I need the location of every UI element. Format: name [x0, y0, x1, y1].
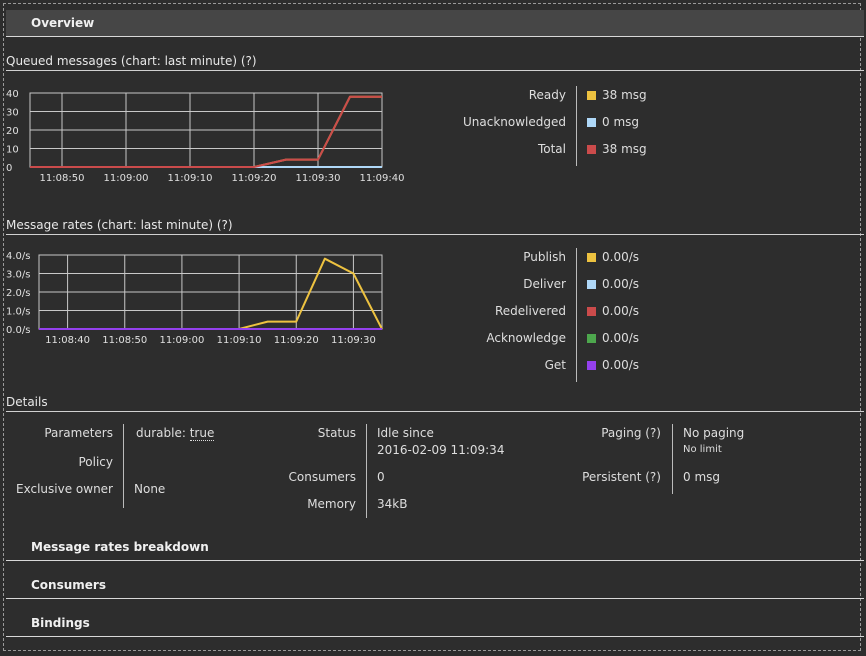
legend-label-ready: Ready — [528, 88, 566, 102]
total-swatch — [587, 145, 596, 154]
details-divider-2 — [366, 424, 367, 518]
overview-title: Overview — [31, 16, 95, 30]
memory-label: Memory — [307, 497, 356, 511]
x-tick-label: 11:09:20 — [232, 173, 277, 184]
paging-label[interactable]: Paging (?) — [601, 426, 661, 440]
status-time: 2016-02-09 11:09:34 — [377, 443, 505, 457]
legend-row-ready: Ready 38 msg — [420, 87, 720, 103]
legend-label-deliver: Deliver — [523, 277, 566, 291]
status-value: Idle since — [377, 426, 434, 440]
x-tick-label: 11:08:50 — [102, 335, 147, 346]
message-rates-chart: 4.0/s 3.0/s 2.0/s 1.0/s 0.0/s 11:08:40 11:08:5… — [6, 251, 383, 346]
x-tick-label: 11:08:50 — [40, 173, 85, 184]
parameters-label: Parameters — [44, 426, 113, 440]
legend-label-publish: Publish — [523, 250, 566, 264]
paging-value: No paging — [683, 426, 745, 440]
x-tick-label: 11:09:10 — [217, 335, 262, 346]
get-swatch — [587, 361, 596, 370]
message-rates-title[interactable]: Message rates (chart: last minute) (?) — [6, 218, 233, 232]
x-tick-label: 11:09:30 — [331, 335, 376, 346]
queued-messages-chart: 40 30 20 10 0 11:08:50 11:09:00 11:09:10 11:09:2… — [6, 89, 405, 184]
legend-row-redelivered: Redelivered 0.00/s — [420, 303, 720, 319]
message-rates-header: Message rates (chart: last minute) (?) — [6, 217, 864, 235]
legend-value-deliver: 0.00/s — [602, 277, 640, 291]
y-tick-label: 10 — [6, 145, 19, 156]
y-tick-label: 0 — [6, 163, 12, 174]
queued-legend: Ready 38 msg Unacknowledged 0 msg Total … — [420, 86, 720, 168]
legend-row-unacknowledged: Unacknowledged 0 msg — [420, 114, 720, 130]
overview-section-header[interactable]: Overview — [6, 10, 864, 37]
message-rates-breakdown-header[interactable]: Message rates breakdown — [6, 535, 864, 561]
legend-value-acknowledge: 0.00/s — [602, 331, 640, 345]
legend-label-redelivered: Redelivered — [494, 304, 566, 318]
details-divider-1 — [123, 424, 124, 508]
x-tick-label: 11:09:20 — [274, 335, 319, 346]
bindings-section-title: Bindings — [31, 616, 90, 630]
legend-value-publish: 0.00/s — [602, 250, 640, 264]
policy-label: Policy — [78, 455, 113, 469]
rates-legend: Publish 0.00/s Deliver 0.00/s Redelivere… — [420, 248, 720, 382]
queued-messages-header: Queued messages (chart: last minute) (?) — [6, 53, 864, 71]
legend-label-total: Total — [537, 142, 566, 156]
unacknowledged-swatch — [587, 118, 596, 127]
legend-row-total: Total 38 msg — [420, 141, 720, 157]
redelivered-swatch — [587, 307, 596, 316]
queued-messages-title[interactable]: Queued messages (chart: last minute) (?) — [6, 54, 257, 68]
legend-label-get: Get — [544, 358, 566, 372]
legend-value-ready: 38 msg — [602, 88, 647, 102]
legend-row-acknowledge: Acknowledge 0.00/s — [420, 330, 720, 346]
y-tick-label: 20 — [6, 126, 19, 137]
parameters-value: durable: true — [136, 426, 215, 441]
y-tick-label: 0.0/s — [6, 325, 30, 336]
legend-value-total: 38 msg — [602, 142, 647, 156]
persistent-value: 0 msg — [683, 470, 721, 484]
y-tick-label: 30 — [6, 108, 19, 119]
consumers-section-header[interactable]: Consumers — [6, 573, 864, 599]
ready-swatch — [587, 91, 596, 100]
consumers-value: 0 — [377, 470, 385, 484]
persistent-label[interactable]: Persistent (?) — [582, 470, 661, 484]
legend-row-get: Get 0.00/s — [420, 357, 720, 373]
x-tick-label: 11:09:00 — [104, 173, 149, 184]
legend-label-unacknowledged: Unacknowledged — [462, 115, 566, 129]
y-tick-label: 4.0/s — [6, 251, 30, 262]
y-tick-label: 40 — [6, 89, 19, 100]
x-tick-label: 11:09:30 — [296, 173, 341, 184]
status-label: Status — [317, 426, 356, 440]
details-header: Details — [6, 394, 864, 412]
consumers-section-title: Consumers — [31, 578, 106, 592]
deliver-swatch — [587, 280, 596, 289]
x-tick-label: 11:09:00 — [159, 335, 204, 346]
y-tick-label: 3.0/s — [6, 270, 30, 281]
legend-row-publish: Publish 0.00/s — [420, 249, 720, 265]
legend-value-get: 0.00/s — [602, 358, 640, 372]
details-divider-3 — [672, 424, 673, 494]
x-tick-label: 11:09:10 — [168, 173, 213, 184]
details-title: Details — [6, 395, 48, 409]
legend-label-acknowledge: Acknowledge — [486, 331, 566, 345]
y-tick-label: 1.0/s — [6, 307, 30, 318]
x-tick-label: 11:08:40 — [45, 335, 90, 346]
consumers-label: Consumers — [288, 470, 356, 484]
parameters-key: durable: — [136, 426, 186, 440]
exclusive-owner-value: None — [134, 482, 166, 496]
acknowledge-swatch — [587, 334, 596, 343]
legend-row-deliver: Deliver 0.00/s — [420, 276, 720, 292]
message-rates-breakdown-title: Message rates breakdown — [31, 540, 209, 554]
exclusive-owner-label: Exclusive owner — [16, 482, 113, 496]
publish-swatch — [587, 253, 596, 262]
memory-value: 34kB — [377, 497, 408, 511]
legend-value-redelivered: 0.00/s — [602, 304, 640, 318]
x-tick-label: 11:09:40 — [360, 173, 405, 184]
bindings-section-header[interactable]: Bindings — [6, 611, 864, 637]
y-tick-label: 2.0/s — [6, 288, 30, 299]
durable-value[interactable]: true — [189, 426, 215, 441]
paging-limit: No limit — [683, 444, 722, 455]
legend-value-unacknowledged: 0 msg — [602, 115, 640, 129]
